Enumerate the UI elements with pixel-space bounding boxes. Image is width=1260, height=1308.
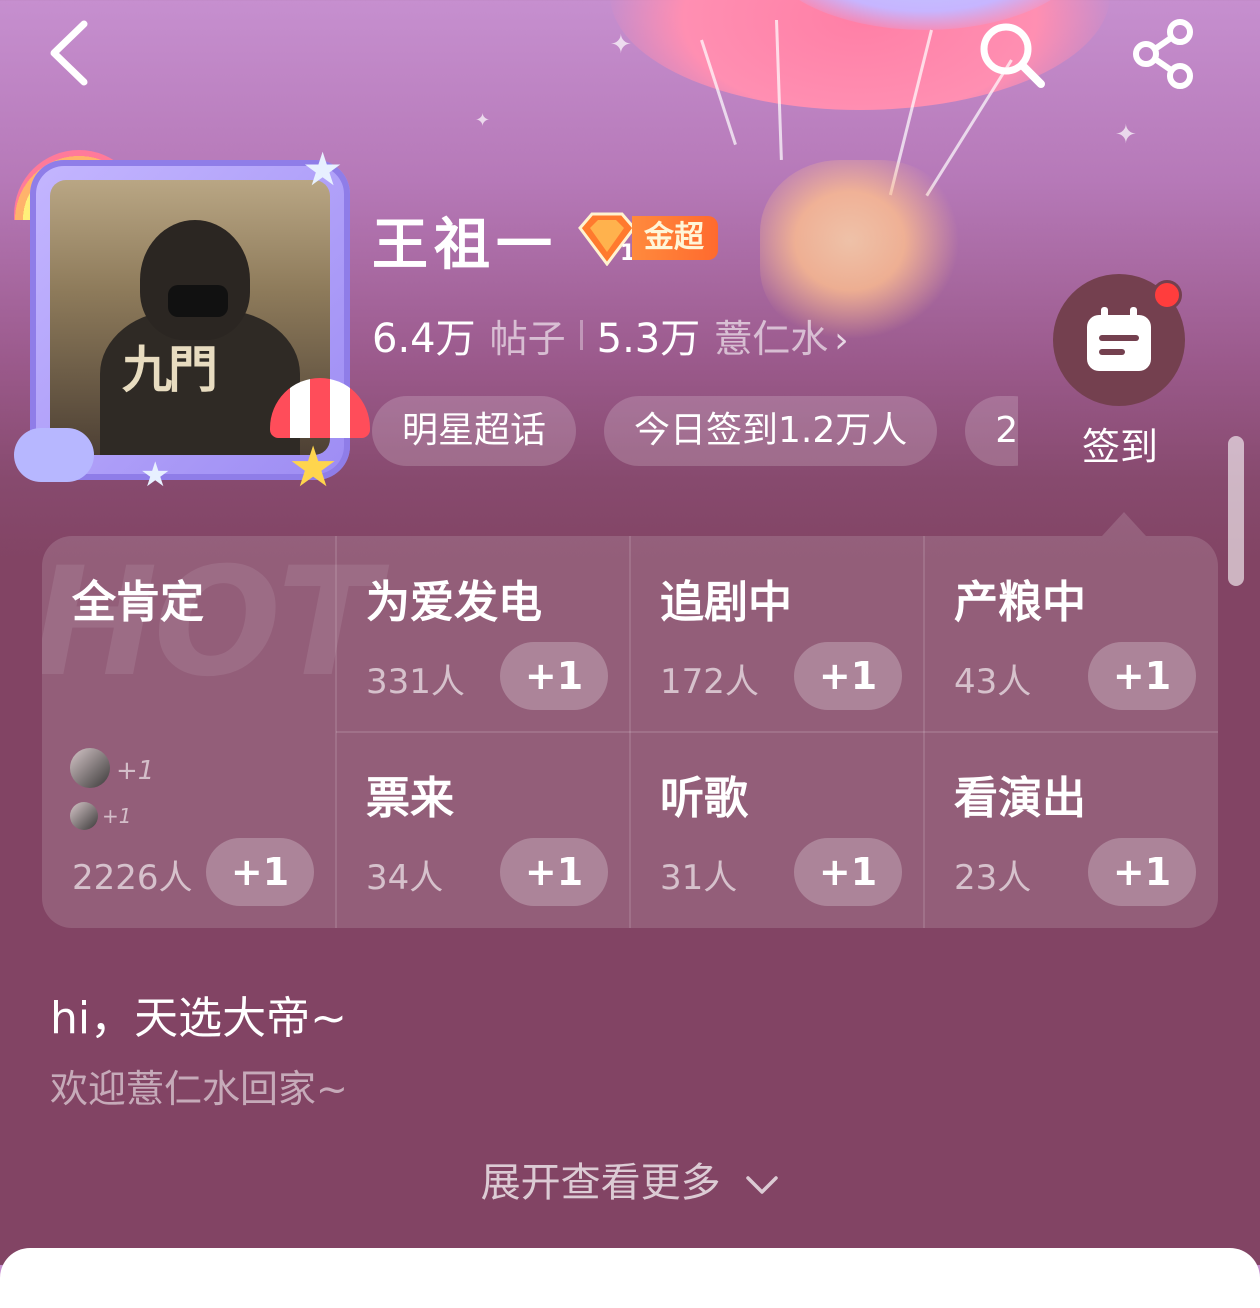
calendar-icon (1087, 307, 1151, 371)
reaction-title: 全肯定 (72, 577, 204, 628)
avatar (70, 748, 110, 788)
recent-plus: +1 (116, 756, 155, 786)
stats-divider (579, 320, 583, 350)
tag-checkin-today[interactable]: 今日签到1.2万人 (604, 396, 938, 466)
fans-name: 薏仁水 (714, 317, 829, 361)
avatar-poster-title: 九門 (122, 340, 218, 399)
topic-name: 王祖一 (372, 213, 558, 278)
checkin-label[interactable]: 签到 (1060, 416, 1180, 471)
plus-one-button[interactable]: +1 (500, 838, 608, 906)
sparkle-icon: ✦ (1115, 120, 1137, 150)
fans-count: 5.3万 (596, 316, 701, 362)
reaction-count: 172人 (660, 662, 759, 702)
reaction-cell: 为爱发电 331人 +1 (336, 536, 630, 732)
recent-plus: +1 (102, 804, 132, 828)
plus-one-button[interactable]: +1 (206, 838, 314, 906)
reaction-cell: 产粮中 43人 +1 (924, 536, 1218, 732)
reaction-cell: 听歌 31人 +1 (630, 732, 924, 928)
reaction-cell-all-yes: 全肯定 +1 +1 2226人 +1 (42, 536, 336, 928)
avatar (70, 802, 98, 830)
reaction-count: 34人 (366, 858, 444, 898)
plus-one-button[interactable]: +1 (500, 642, 608, 710)
expand-label: 展开查看更多 (480, 1160, 721, 1206)
avatar-mask (168, 285, 228, 317)
topic-stats[interactable]: 6.4万 帖子 5.3万 薏仁水 › (372, 306, 849, 364)
plus-one-button[interactable]: +1 (1088, 838, 1196, 906)
reaction-count: 23人 (954, 858, 1032, 898)
sparkle-icon: ✦ (610, 30, 632, 60)
reaction-title: 追剧中 (660, 577, 792, 628)
reaction-cell: 追剧中 172人 +1 (630, 536, 924, 732)
sparkle-icon: ✦ (475, 110, 491, 131)
reaction-title: 产粮中 (954, 577, 1086, 628)
reaction-title: 票来 (366, 773, 454, 824)
tag-row: 明星超话 今日签到1.2万人 2 (372, 396, 1018, 468)
reaction-count: 331人 (366, 662, 465, 702)
reaction-title: 为爱发电 (366, 577, 542, 628)
tooltip-pointer (1102, 512, 1146, 536)
scrollbar[interactable] (1228, 436, 1244, 586)
reaction-grid: HOT 全肯定 +1 +1 2226人 +1 为爱发电 331人 +1 追剧中 … (42, 536, 1218, 928)
share-icon[interactable] (1128, 18, 1200, 90)
reaction-count: 2226人 (72, 858, 193, 898)
plus-one-button[interactable]: +1 (794, 642, 902, 710)
cloud-decoration (14, 428, 94, 482)
back-chevron-left-icon[interactable] (40, 18, 100, 88)
star-icon: ★ (288, 435, 339, 500)
level-badge[interactable]: 1 金超 (576, 210, 718, 266)
expand-more-button[interactable]: 展开查看更多 (0, 1150, 1260, 1208)
reaction-cell: 看演出 23人 +1 (924, 732, 1218, 928)
reaction-cell: 票来 34人 +1 (336, 732, 630, 928)
avatar-head (140, 220, 250, 340)
notification-dot (1152, 280, 1182, 310)
bottom-sheet (0, 1248, 1260, 1308)
chevron-down-icon (746, 1176, 779, 1194)
tag-star-topic[interactable]: 明星超话 (372, 396, 577, 466)
tag-more[interactable]: 2 (965, 396, 1018, 466)
greeting-title: hi，天选大帝~ (50, 993, 347, 1044)
star-icon: ★ (140, 455, 171, 495)
reaction-count: 43人 (954, 662, 1032, 702)
badge-label: 金超 (632, 216, 718, 260)
star-icon: ★ (302, 142, 344, 196)
chevron-right-icon: › (834, 320, 849, 361)
search-icon[interactable] (975, 18, 1047, 90)
posts-count: 6.4万 (372, 316, 476, 362)
diamond-icon: 1 (578, 212, 636, 266)
reaction-title: 听歌 (660, 773, 748, 824)
greeting-subtitle: 欢迎薏仁水回家~ (50, 1067, 348, 1111)
plus-one-button[interactable]: +1 (794, 838, 902, 906)
posts-unit: 帖子 (489, 317, 566, 361)
plus-one-button[interactable]: +1 (1088, 642, 1196, 710)
reaction-count: 31人 (660, 858, 738, 898)
reaction-title: 看演出 (954, 773, 1086, 824)
